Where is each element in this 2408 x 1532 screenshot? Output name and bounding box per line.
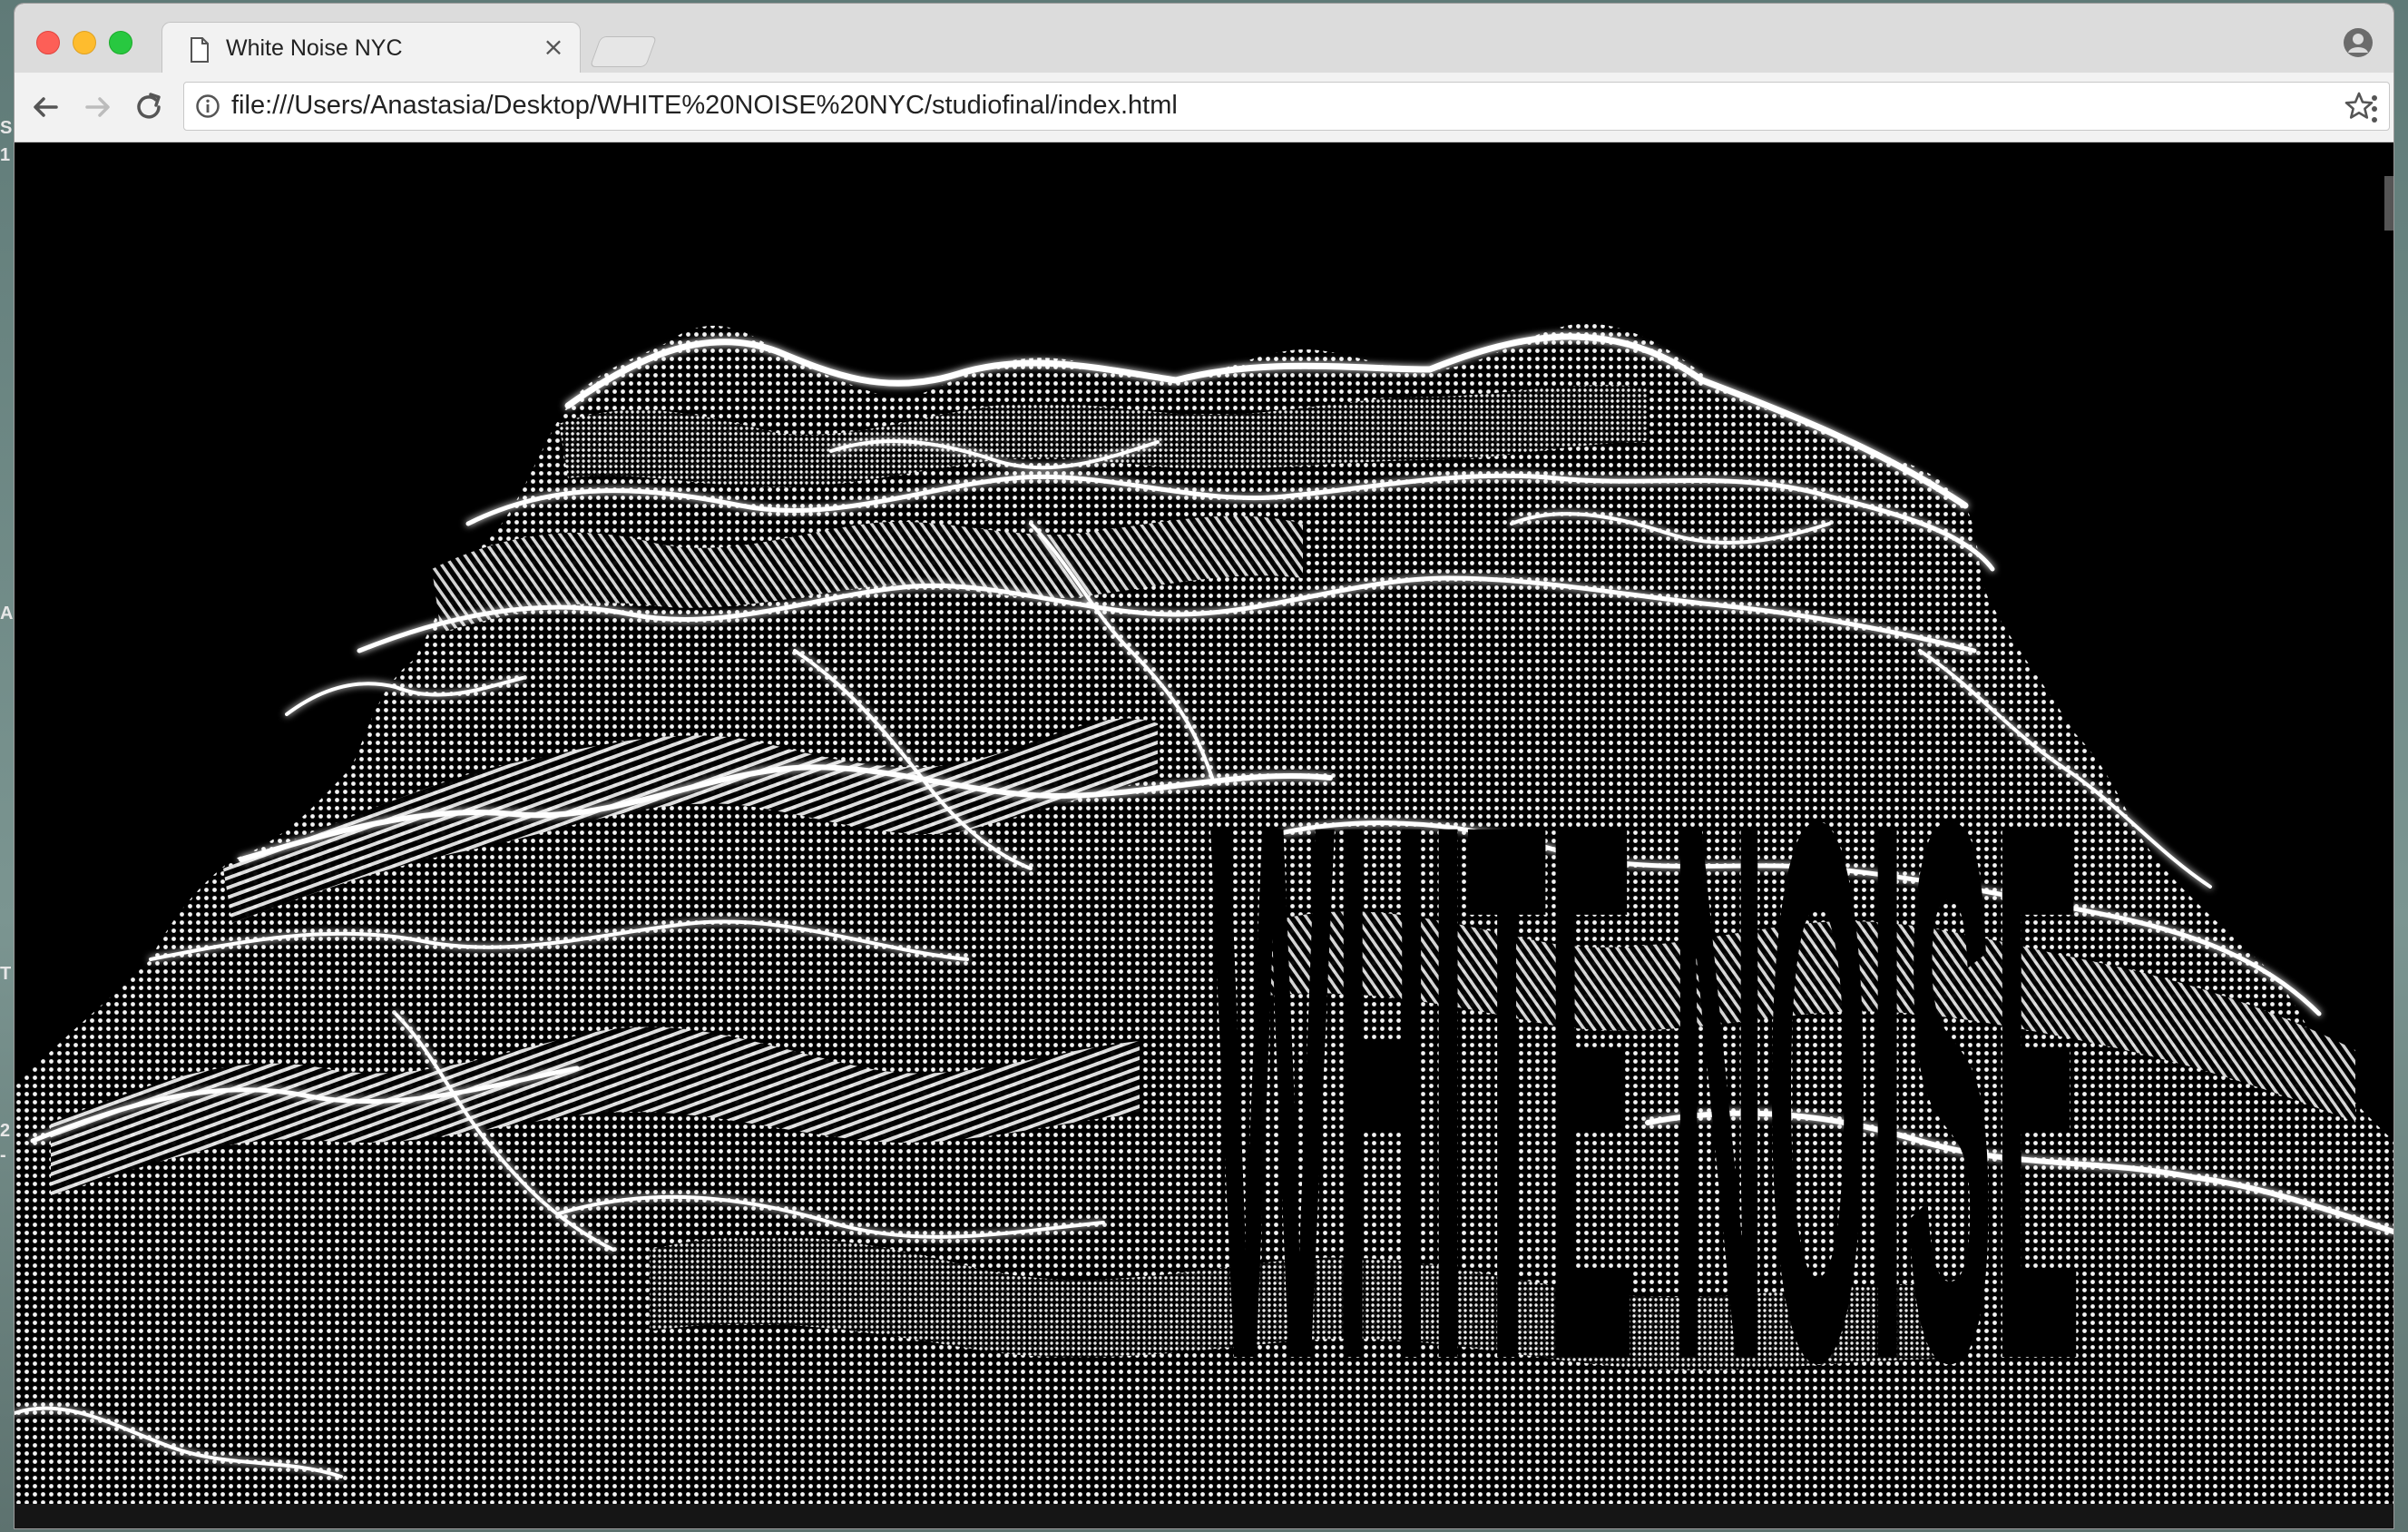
desktop-glyph: 2 xyxy=(0,1121,11,1141)
document-icon xyxy=(191,37,209,63)
window-maximize-button[interactable] xyxy=(109,31,132,54)
hero-title: WHITE NOISE xyxy=(1210,663,2081,1504)
desktop-glyph: S xyxy=(0,118,13,138)
profile-icon[interactable] xyxy=(2343,27,2374,58)
tab-close-icon[interactable]: × xyxy=(542,32,565,62)
desktop-glyph: T xyxy=(0,964,12,984)
reload-icon[interactable] xyxy=(131,89,167,125)
address-bar[interactable]: file:///Users/Anastasia/Desktop/WHITE%20… xyxy=(183,82,2390,131)
desktop-glyph: 1 xyxy=(0,145,11,165)
info-icon[interactable] xyxy=(195,93,220,119)
page-viewport: WHITE NOISE xyxy=(15,142,2393,1504)
noise-terrain-graphic: WHITE NOISE xyxy=(15,323,2393,1504)
window-bottom-edge xyxy=(15,1504,2393,1528)
back-arrow-icon[interactable] xyxy=(27,89,64,125)
browser-window: White Noise NYC × file:///Users/Anastasi… xyxy=(15,4,2393,1528)
scrollbar[interactable] xyxy=(2384,176,2393,231)
kebab-menu-icon[interactable] xyxy=(2368,91,2381,127)
desktop-glyph: A xyxy=(0,604,13,624)
window-minimize-button[interactable] xyxy=(73,31,96,54)
tab-white-noise-nyc[interactable]: White Noise NYC × xyxy=(162,22,581,75)
new-tab-button[interactable] xyxy=(589,36,658,67)
browser-toolbar: file:///Users/Anastasia/Desktop/WHITE%20… xyxy=(15,73,2393,142)
title-bar: White Noise NYC × xyxy=(15,4,2393,75)
window-close-button[interactable] xyxy=(36,31,60,54)
tab-title: White Noise NYC xyxy=(226,35,403,61)
url-text[interactable]: file:///Users/Anastasia/Desktop/WHITE%20… xyxy=(231,91,1178,121)
desktop-glyph: - xyxy=(0,1145,6,1165)
forward-arrow-icon[interactable] xyxy=(80,89,116,125)
